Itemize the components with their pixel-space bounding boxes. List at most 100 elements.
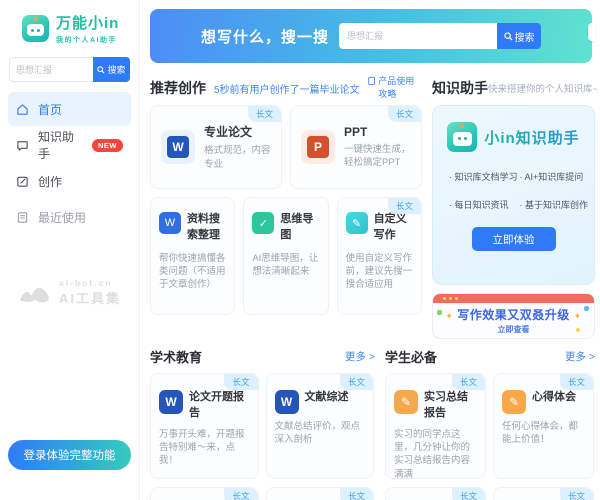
long-text-badge: 长文 xyxy=(560,374,593,390)
card-title: 实习总结报告 xyxy=(424,390,477,422)
edit-icon xyxy=(16,175,29,188)
feature-item: · 知识库文档学习 xyxy=(449,170,518,183)
card-desc: 帮你快速搞懂各类问题（不适用于文章创作） xyxy=(159,252,226,292)
sidebar-item-knowledge[interactable]: 知识助手 NEW xyxy=(8,128,131,162)
floating-widget[interactable] xyxy=(588,23,595,41)
document-icon xyxy=(368,76,375,86)
card-title: 文献综述 xyxy=(305,390,349,406)
banner-search-button[interactable]: 搜索 xyxy=(497,23,541,49)
more-link[interactable]: 更多 > xyxy=(345,349,375,364)
sidebar-search: 搜索 xyxy=(9,57,130,82)
card-internship-report[interactable]: 长文 ✎ 实习总结报告 实习的同学点这里，几分钟让你的实习总结报告内容满满 xyxy=(385,373,486,479)
banner-search-input[interactable] xyxy=(339,23,497,49)
main-content: 想写什么，搜一搜 搜索 推荐创作 5秒前有用户创作了一篇毕业论文 xyxy=(141,0,600,500)
product-guide-link[interactable]: 产品使用攻略 xyxy=(368,75,422,100)
card-reflections[interactable]: 长文 ✎ 心得体会 任何心得体会，都能上价值！ xyxy=(493,373,594,479)
knowledge-panel-title: 小in知识助手 xyxy=(484,127,579,148)
section-title: 学生必备 xyxy=(385,347,437,366)
sidebar-item-create[interactable]: 创作 xyxy=(8,164,131,198)
login-button[interactable]: 登录体验完整功能 xyxy=(8,440,131,470)
watermark-line1: ai-bot.cn xyxy=(59,278,121,288)
section-academic: 学术教育 更多 > 长文 W 论文开题报告 万事开头难，开题报告特别难～来，点我… xyxy=(150,343,375,500)
app-window: 万能小in 我的个人AI助手 搜索 首页 xyxy=(0,0,600,500)
long-text-badge: 长文 xyxy=(388,106,421,122)
sidebar-nav: 首页 知识助手 NEW 创作 xyxy=(0,92,139,234)
promo-strip xyxy=(433,294,594,303)
report-icon: ✎ xyxy=(502,390,526,414)
long-text-badge: 长文 xyxy=(340,374,373,390)
sidebar: 万能小in 我的个人AI助手 搜索 首页 xyxy=(0,0,140,500)
card-title: 资料搜索整理 xyxy=(187,212,226,244)
card-title: 专业论文 xyxy=(204,123,271,140)
recent-icon xyxy=(16,211,29,224)
card-title: PPT xyxy=(344,125,411,139)
long-text-badge: 长文 xyxy=(452,488,485,500)
card-partial[interactable]: 长文 xyxy=(493,487,594,500)
card-desc: 实习的同学点这里，几分钟让你的实习总结报告内容满满 xyxy=(394,428,477,481)
activity-ticker: 5秒前有用户创作了一篇毕业论文 xyxy=(214,81,368,96)
app-title: 万能小in xyxy=(56,12,119,33)
chat-icon xyxy=(16,139,29,152)
home-icon xyxy=(16,103,29,116)
word-icon: W xyxy=(159,390,183,414)
card-literature-review[interactable]: 长文 W 文献综述 文献总结评价，观点深入剖析 xyxy=(266,373,375,479)
recommend-title: 推荐创作 xyxy=(150,78,206,98)
doc-search-icon: W xyxy=(159,212,181,234)
card-partial[interactable]: 长文 xyxy=(385,487,486,500)
robot-logo-icon xyxy=(447,122,477,152)
feature-item: · 基于知识库创作 xyxy=(520,198,589,211)
knowledge-panel: 小in知识助手 · 知识库文档学习 · AI+知识库提问 · 每日知识资讯 · … xyxy=(432,105,595,285)
card-desc: AI思维导图，让想法清晰起来 xyxy=(252,252,319,279)
more-link[interactable]: 更多 > xyxy=(565,349,595,364)
knowledge-section: 知识助手 快来搭建你的个人知识库~ 小in知识助手 · 知识库文档学习 · AI… xyxy=(432,71,595,339)
sidebar-item-recent[interactable]: 最近使用 xyxy=(8,200,131,234)
promo-title: ✦ 写作效果又双叒升级 ✦ xyxy=(433,306,594,323)
long-text-badge: 长文 xyxy=(340,488,373,500)
mindmap-icon: ✓ xyxy=(252,212,274,234)
word-icon: W xyxy=(275,390,299,414)
hero-banner: 想写什么，搜一搜 搜索 xyxy=(150,9,592,63)
try-now-button[interactable]: 立即体验 xyxy=(472,227,556,251)
ppt-icon: P xyxy=(301,130,335,164)
card-title: 论文开题报告 xyxy=(189,390,250,422)
card-professional-paper[interactable]: 长文 W 专业论文 格式规范，内容专业 xyxy=(150,105,282,189)
new-badge: NEW xyxy=(92,139,123,152)
card-partial[interactable]: 长文 xyxy=(266,487,375,500)
card-desc: 任何心得体会，都能上价值！ xyxy=(502,420,585,447)
long-text-badge: 长文 xyxy=(452,374,485,390)
promo-cta: 立即查看 xyxy=(433,324,594,335)
knowledge-subtitle: 快来搭建你的个人知识库~ xyxy=(488,81,598,95)
robot-logo-icon xyxy=(22,15,49,42)
promo-banner[interactable]: ✦ 写作效果又双叒升级 ✦ 立即查看 xyxy=(432,293,595,339)
knowledge-title: 知识助手 xyxy=(432,78,488,98)
search-icon xyxy=(97,66,105,74)
card-desc: 格式规范，内容专业 xyxy=(204,144,271,171)
banner-search: 搜索 xyxy=(339,23,541,49)
card-research-search[interactable]: W 资料搜索整理 帮你快速搞懂各类问题（不适用于文章创作） xyxy=(150,197,235,315)
card-ppt[interactable]: 长文 P PPT 一键快速生成，轻松搞定PPT xyxy=(290,105,422,189)
banner-title: 想写什么，搜一搜 xyxy=(201,26,329,47)
pen-icon: ✎ xyxy=(346,212,368,234)
sidebar-item-home[interactable]: 首页 xyxy=(8,92,131,126)
card-desc: 文献总结评价，观点深入剖析 xyxy=(275,420,366,447)
sidebar-search-button[interactable]: 搜索 xyxy=(93,57,130,82)
long-text-badge: 长文 xyxy=(388,198,421,214)
watermark-line2: AI工具集 xyxy=(59,288,121,307)
sidebar-search-input[interactable] xyxy=(9,57,93,82)
long-text-badge: 长文 xyxy=(224,488,257,500)
long-text-badge: 长文 xyxy=(560,488,593,500)
long-text-badge: 长文 xyxy=(224,374,257,390)
card-mindmap[interactable]: ✓ 思维导图 AI思维导图，让想法清晰起来 xyxy=(243,197,328,315)
card-desc: 一键快速生成，轻松搞定PPT xyxy=(344,143,411,170)
card-desc: 万事开头难，开题报告特别难～来，点我！ xyxy=(159,428,250,468)
watermark-logo-icon xyxy=(19,280,53,306)
card-title: 自定义写作 xyxy=(374,212,413,244)
card-title: 心得体会 xyxy=(532,390,576,406)
watermark: ai-bot.cn AI工具集 xyxy=(0,278,140,307)
word-icon: W xyxy=(161,130,195,164)
card-custom-writing[interactable]: 长文 ✎ 自定义写作 使用自定义写作前，建议先搜一搜合适应用 xyxy=(337,197,422,315)
card-title: 思维导图 xyxy=(280,212,319,244)
card-thesis-proposal[interactable]: 长文 W 论文开题报告 万事开头难，开题报告特别难～来，点我！ xyxy=(150,373,259,479)
feature-item: · 每日知识资讯 xyxy=(449,198,518,211)
card-partial[interactable]: 长文 xyxy=(150,487,259,500)
